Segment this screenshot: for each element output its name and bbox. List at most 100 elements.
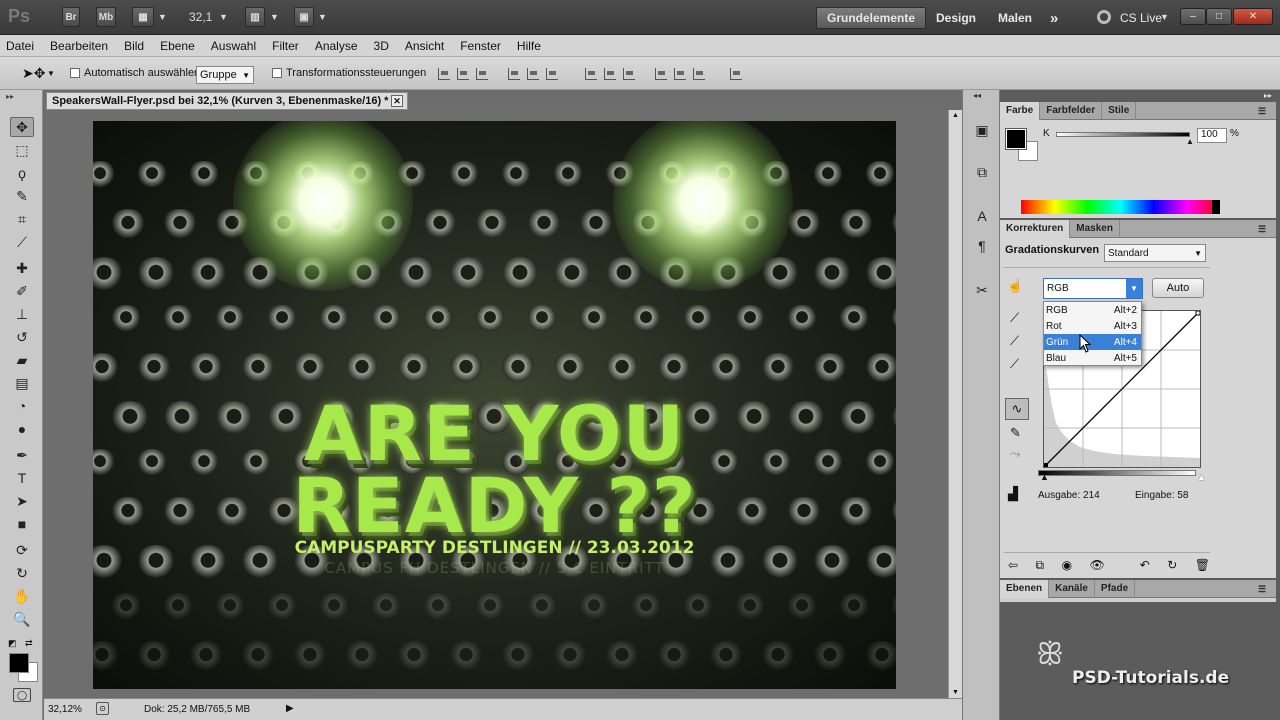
distribute-top-icon[interactable] xyxy=(585,68,597,80)
swap-colors-icon[interactable]: ⇄ xyxy=(25,638,33,649)
eyedropper-tool-icon[interactable]: ⟋ xyxy=(10,232,34,252)
chevron-down-icon[interactable]: ▼ xyxy=(158,12,167,22)
tab-pfade[interactable]: Pfade xyxy=(1095,579,1136,598)
menu-fenster[interactable]: Fenster xyxy=(460,39,501,53)
pen-tool-icon[interactable]: ✒ xyxy=(10,445,34,465)
visibility-eye-icon[interactable]: 👁 xyxy=(1090,558,1105,573)
menu-3d[interactable]: 3D xyxy=(374,39,389,53)
lasso-tool-icon[interactable]: ϙ xyxy=(10,163,34,183)
3d-orbit-tool-icon[interactable]: ↻ xyxy=(10,563,34,583)
menu-bearbeiten[interactable]: Bearbeiten xyxy=(50,39,108,53)
scroll-up-icon[interactable]: ▲ xyxy=(952,112,959,119)
dodge-tool-icon[interactable]: ● xyxy=(10,419,34,439)
curve-point-tool-icon[interactable]: ∿ xyxy=(1005,398,1029,420)
status-zoom[interactable]: 32,12% xyxy=(48,704,82,715)
move-tool-preset-icon[interactable]: ➤✥ xyxy=(22,65,45,82)
auto-button[interactable]: Auto xyxy=(1152,278,1204,298)
shape-tool-icon[interactable]: ■ xyxy=(10,514,34,534)
tab-farbfelder[interactable]: Farbfelder xyxy=(1040,101,1103,120)
return-to-list-icon[interactable]: ⇦ xyxy=(1008,558,1018,573)
clip-to-layer-icon[interactable]: ◉ xyxy=(1062,558,1072,573)
path-select-tool-icon[interactable]: ➤ xyxy=(10,491,34,511)
menu-ebene[interactable]: Ebene xyxy=(160,39,195,53)
white-slider-icon[interactable]: ▲ xyxy=(1197,472,1206,482)
close-window-button[interactable]: ✕ xyxy=(1233,8,1273,25)
k-slider-thumb-icon[interactable]: ▲ xyxy=(1186,137,1194,146)
channel-dropdown[interactable]: RGB ▼ xyxy=(1043,278,1143,299)
previous-state-icon[interactable]: ↶ xyxy=(1140,558,1150,573)
menu-filter[interactable]: Filter xyxy=(272,39,299,53)
workspace-design[interactable]: Design xyxy=(926,7,986,29)
tab-ebenen[interactable]: Ebenen xyxy=(1000,579,1050,598)
paragraph-panel-icon[interactable]: ¶ xyxy=(971,236,993,256)
minibridge-panel-icon[interactable]: ▣ xyxy=(971,120,993,140)
tab-korrekturen[interactable]: Korrekturen xyxy=(1000,219,1071,238)
restore-button[interactable]: □ xyxy=(1206,8,1232,25)
hand-tool-icon[interactable]: ✋ xyxy=(10,586,34,606)
healing-brush-tool-icon[interactable]: ✚ xyxy=(10,258,34,278)
rect-marquee-tool-icon[interactable]: ⬚ xyxy=(10,140,34,160)
screen-mode-button[interactable]: ▣ xyxy=(294,7,314,27)
channel-option-rot[interactable]: Rot Alt+3 xyxy=(1044,318,1141,334)
zoom-level[interactable]: 32,1 xyxy=(189,10,212,24)
black-slider-icon[interactable]: ▲ xyxy=(1040,472,1049,482)
menu-bild[interactable]: Bild xyxy=(124,39,144,53)
arrange-documents-button[interactable]: ▥ xyxy=(245,7,265,27)
foreground-color-swatch[interactable] xyxy=(9,653,29,673)
align-vcenter-icon[interactable] xyxy=(457,68,469,80)
black-point-eyedropper-icon[interactable]: ⟋ xyxy=(1010,310,1019,326)
3d-rotate-tool-icon[interactable]: ⟳ xyxy=(10,540,34,560)
menu-ansicht[interactable]: Ansicht xyxy=(405,39,444,53)
align-right-icon[interactable] xyxy=(546,68,558,80)
layers-menu-icon[interactable]: ☰ xyxy=(1258,584,1270,594)
delete-adjustment-icon[interactable]: 🗑 xyxy=(1195,558,1210,573)
zoom-chevron-icon[interactable]: ▼ xyxy=(219,12,228,22)
collapse-dock-icon[interactable]: ▸▸ xyxy=(1264,91,1272,100)
blur-tool-icon[interactable]: ◔ xyxy=(10,396,34,416)
menu-hilfe[interactable]: Hilfe xyxy=(517,39,541,53)
default-colors-icon[interactable]: ◩ xyxy=(8,638,17,649)
minibridge-button[interactable]: Mb xyxy=(96,7,116,27)
character-panel-icon[interactable]: A xyxy=(971,206,993,226)
status-info-icon[interactable]: ⊙ xyxy=(96,702,109,715)
workspace-malen[interactable]: Malen xyxy=(988,7,1042,29)
tab-kanaele[interactable]: Kanäle xyxy=(1049,579,1095,598)
channel-option-rgb[interactable]: RGB Alt+2 xyxy=(1044,302,1141,318)
align-bottom-icon[interactable] xyxy=(476,68,488,80)
distribute-vcenter-icon[interactable] xyxy=(604,68,616,80)
cslive-chevron-icon[interactable]: ▼ xyxy=(1160,12,1169,22)
reset-icon[interactable]: ↻ xyxy=(1167,558,1177,573)
tool-presets-icon[interactable]: ✂ xyxy=(971,280,993,300)
align-top-icon[interactable] xyxy=(438,68,450,80)
crop-tool-icon[interactable]: ⌗ xyxy=(10,209,34,229)
expand-panels-icon[interactable]: ◂◂ xyxy=(973,91,981,100)
auto-align-layers-icon[interactable] xyxy=(730,68,742,80)
move-tool-icon[interactable]: ✥ xyxy=(10,117,34,137)
eraser-tool-icon[interactable]: ▰ xyxy=(10,350,34,370)
expanded-view-icon[interactable]: ⧉ xyxy=(1036,558,1045,573)
history-panel-icon[interactable]: ⧉ xyxy=(971,162,993,182)
auto-select-checkbox[interactable] xyxy=(70,68,80,78)
auto-select-dropdown[interactable]: Gruppe ▼ xyxy=(196,66,254,84)
close-document-icon[interactable]: ✕ xyxy=(391,95,403,107)
k-slider-track[interactable] xyxy=(1056,132,1190,137)
tab-stile[interactable]: Stile xyxy=(1102,101,1137,120)
tab-masken[interactable]: Masken xyxy=(1070,219,1120,238)
document-canvas[interactable]: ARE YOU READY ?? CAMPUSPARTY DESTLINGEN … xyxy=(93,121,896,689)
vertical-scrollbar[interactable]: ▲ ▼ xyxy=(948,110,962,698)
align-hcenter-icon[interactable] xyxy=(527,68,539,80)
distribute-left-icon[interactable] xyxy=(655,68,667,80)
distribute-bottom-icon[interactable] xyxy=(623,68,635,80)
arrange-chevron-icon[interactable]: ▼ xyxy=(270,12,279,22)
panel-menu-icon[interactable]: ☰ xyxy=(1258,106,1270,116)
history-brush-tool-icon[interactable]: ↺ xyxy=(10,327,34,347)
menu-analyse[interactable]: Analyse xyxy=(315,39,358,53)
screen-mode-chevron-icon[interactable]: ▼ xyxy=(318,12,327,22)
curve-smooth-icon[interactable]: ⤳ xyxy=(1010,446,1020,462)
view-extras-button[interactable]: ▦ xyxy=(132,7,154,27)
zoom-tool-icon[interactable]: 🔍 xyxy=(10,609,34,629)
scroll-down-icon[interactable]: ▼ xyxy=(952,689,959,696)
bridge-button[interactable]: Br xyxy=(62,7,80,27)
color-spectrum-bar[interactable] xyxy=(1021,200,1220,214)
curve-pencil-icon[interactable]: ✎ xyxy=(1010,425,1021,441)
